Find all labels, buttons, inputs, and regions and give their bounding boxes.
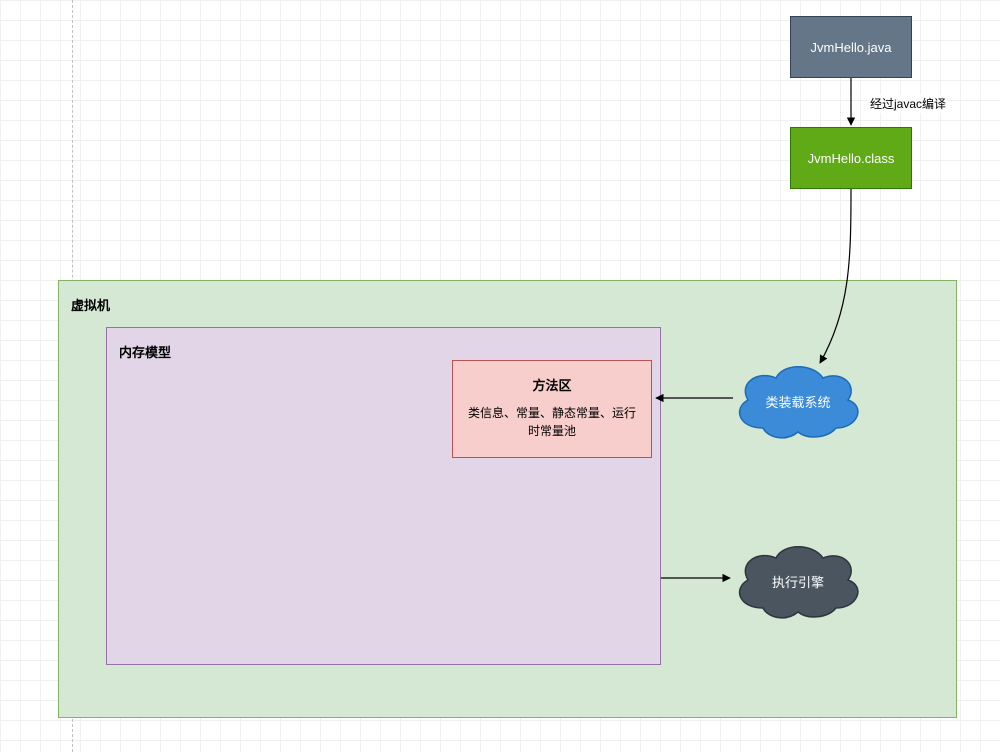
execution-engine-cloud[interactable]: 执行引擎 — [728, 538, 868, 624]
class-file-label: JvmHello.class — [808, 151, 895, 166]
method-area-title: 方法区 — [463, 375, 641, 394]
memory-model-title: 内存模型 — [119, 342, 171, 361]
method-area-desc: 类信息、常量、静态常量、运行时常量池 — [463, 404, 641, 440]
class-file-node[interactable]: JvmHello.class — [790, 127, 912, 189]
javac-compile-label: 经过javac编译 — [868, 94, 948, 113]
class-loader-label: 类装载系统 — [765, 392, 830, 411]
java-source-label: JvmHello.java — [811, 40, 892, 55]
execution-engine-label: 执行引擎 — [772, 572, 824, 591]
java-source-node[interactable]: JvmHello.java — [790, 16, 912, 78]
vm-title: 虚拟机 — [71, 295, 110, 314]
class-loader-cloud[interactable]: 类装载系统 — [728, 358, 868, 444]
method-area-node[interactable]: 方法区 类信息、常量、静态常量、运行时常量池 — [452, 360, 652, 458]
